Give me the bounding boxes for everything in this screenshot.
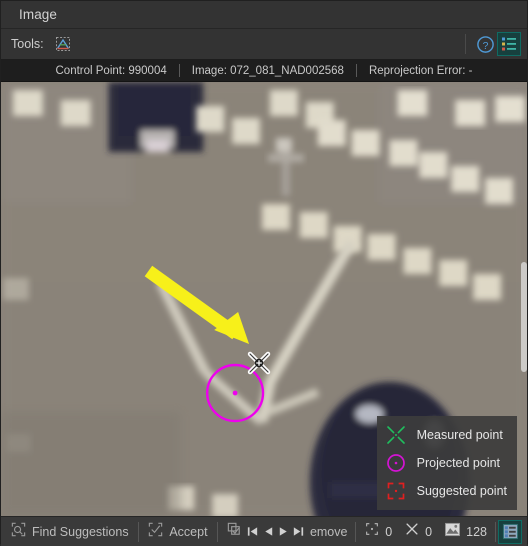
projected-point-icon bbox=[383, 450, 409, 476]
next-record-button[interactable] bbox=[276, 520, 291, 544]
image-name-info: Image: 072_081_NAD002568 bbox=[191, 64, 344, 77]
bottom-divider bbox=[137, 521, 139, 542]
legend-item: Measured point bbox=[383, 422, 507, 448]
record-info-bar: Control Point: 990004 Image: 072_081_NAD… bbox=[1, 60, 527, 82]
list-view-icon[interactable] bbox=[497, 32, 521, 56]
suggested-points-count: 0 bbox=[358, 521, 398, 542]
image-canvas[interactable]: Measured point Projected point Suggested… bbox=[1, 82, 527, 516]
page-title: Image bbox=[19, 7, 58, 22]
measured-points-count: 0 bbox=[398, 521, 438, 542]
measured-point-icon bbox=[383, 422, 409, 448]
scrollbar-thumb[interactable] bbox=[521, 262, 527, 372]
find-suggestions-label: Find Suggestions bbox=[32, 524, 129, 539]
remove-icon bbox=[226, 521, 243, 543]
suggested-points-icon bbox=[364, 521, 380, 542]
image-panel: Image Tools: ? Control Point: 990004 Ima… bbox=[0, 0, 528, 546]
legend-item: Suggested point bbox=[383, 478, 507, 504]
reprojection-error-info: Reprojection Error: - bbox=[368, 64, 473, 77]
remove-button[interactable] bbox=[219, 519, 245, 545]
bottom-divider bbox=[216, 521, 218, 542]
tools-label: Tools: bbox=[11, 37, 44, 51]
measured-points-icon bbox=[404, 521, 420, 542]
bottom-toolbar: Find Suggestions Accept emove 0 0 128 bbox=[1, 516, 527, 546]
find-suggestions-button[interactable]: Find Suggestions bbox=[3, 519, 136, 545]
tools-bar: Tools: ? bbox=[1, 29, 527, 60]
previous-record-button[interactable] bbox=[260, 520, 275, 544]
panel-title-bar: Image bbox=[1, 1, 527, 29]
suggested-points-value: 0 bbox=[385, 524, 393, 539]
toolbar-divider bbox=[465, 34, 466, 54]
suggested-point-icon bbox=[383, 478, 409, 504]
svg-text:?: ? bbox=[482, 40, 488, 51]
image-count-icon bbox=[444, 522, 461, 542]
bottom-divider bbox=[355, 521, 357, 542]
measured-points-value: 0 bbox=[425, 524, 433, 539]
find-suggestions-icon bbox=[10, 521, 27, 543]
bottom-divider bbox=[495, 521, 496, 542]
last-record-button[interactable] bbox=[291, 520, 306, 544]
legend-item-label: Projected point bbox=[416, 456, 501, 470]
legend-item: Projected point bbox=[383, 450, 507, 476]
accept-icon bbox=[147, 521, 164, 543]
control-point-info: Control Point: 990004 bbox=[55, 64, 167, 77]
help-question-icon[interactable]: ? bbox=[473, 32, 497, 56]
measure-control-point-icon[interactable] bbox=[51, 32, 75, 56]
remove-label: emove bbox=[309, 524, 348, 539]
bottom-right-group bbox=[493, 519, 525, 544]
list-view-toggle[interactable] bbox=[498, 519, 522, 544]
first-record-button[interactable] bbox=[245, 520, 260, 544]
legend-item-label: Measured point bbox=[416, 428, 503, 442]
accept-button[interactable]: Accept bbox=[140, 519, 214, 545]
accept-label: Accept bbox=[169, 524, 208, 539]
images-count-value: 128 bbox=[466, 524, 487, 539]
legend: Measured point Projected point Suggested… bbox=[376, 416, 517, 510]
legend-item-label: Suggested point bbox=[416, 484, 507, 498]
images-count: 128 bbox=[438, 522, 493, 542]
canvas-vertical-scrollbar[interactable] bbox=[521, 82, 527, 516]
